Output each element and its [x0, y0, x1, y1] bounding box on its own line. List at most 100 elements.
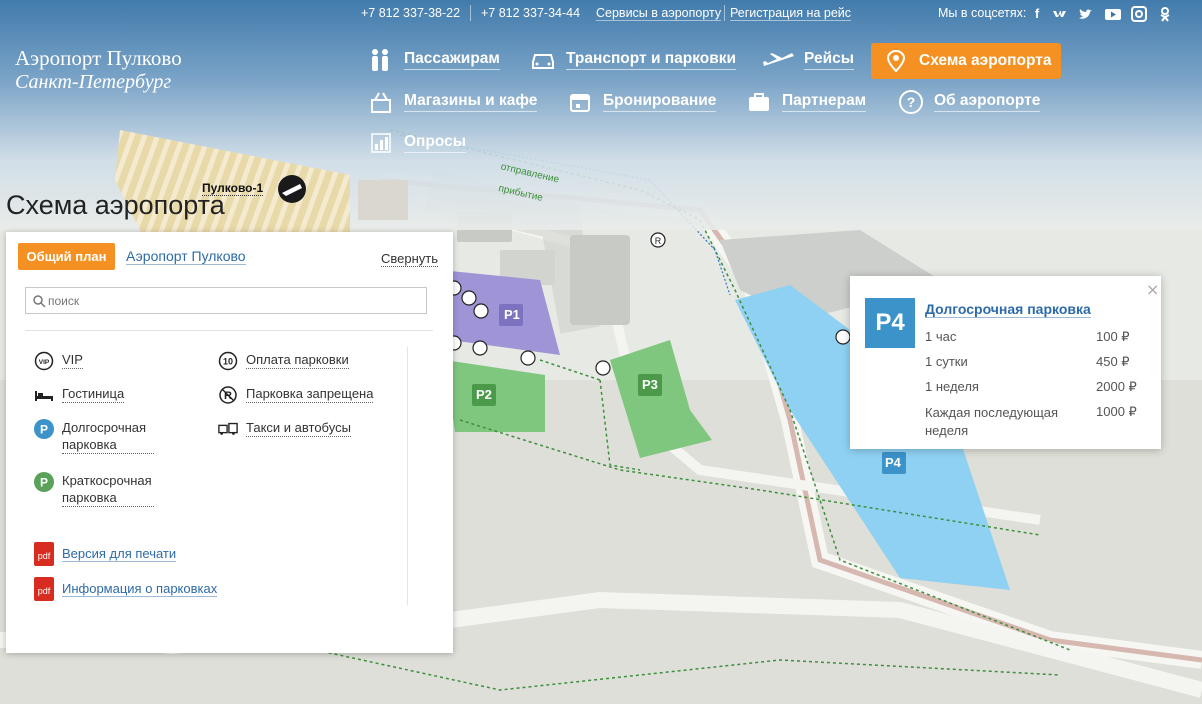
svg-text:10: 10	[223, 357, 233, 367]
nav-passengers[interactable]: Пассажирам	[366, 47, 500, 73]
separator	[470, 5, 471, 21]
map-parking-p1[interactable]: P1	[504, 307, 520, 322]
legend-vip[interactable]: VIP VIP	[34, 351, 83, 371]
svg-text:R: R	[655, 236, 662, 246]
parking-payment-icon: 10	[218, 351, 238, 371]
legend-no-parking-label: Парковка запрещена	[246, 386, 374, 403]
odnoklassniki-icon[interactable]	[1157, 6, 1173, 22]
parking-info-link[interactable]: pdf Информация о парковках	[34, 577, 218, 601]
nav-booking[interactable]: Бронирование	[565, 89, 717, 115]
tariff-price: 1000 ₽	[1096, 404, 1137, 419]
youtube-icon[interactable]	[1105, 6, 1121, 22]
legend-hotel-label: Гостиница	[62, 386, 125, 403]
nav-booking-label: Бронирование	[603, 92, 717, 112]
nav-flights[interactable]: Рейсы	[762, 47, 854, 73]
nav-partners[interactable]: Партнерам	[744, 89, 867, 115]
tab-general-plan[interactable]: Общий план	[18, 243, 115, 270]
calendar-icon	[565, 89, 595, 115]
facebook-icon[interactable]: f	[1029, 6, 1045, 22]
side-panel: Общий план Аэропорт Пулково Свернуть VIP…	[6, 232, 453, 653]
plane-icon	[762, 47, 796, 73]
tariff-label: 1 неделя	[925, 379, 979, 394]
checkin-link[interactable]: Регистрация на рейс	[730, 6, 852, 21]
close-icon[interactable]: ×	[1146, 280, 1159, 299]
tariff-price: 450 ₽	[1096, 354, 1130, 369]
popup-badge: P4	[865, 298, 915, 348]
top-bar: +7 812 337-38-22 +7 812 337-34-44 Сервис…	[0, 0, 1202, 30]
map-parking-p3[interactable]: P3	[642, 377, 658, 392]
question-icon: ?	[896, 89, 926, 115]
nav-passengers-label: Пассажирам	[404, 50, 500, 70]
print-version-label: Версия для печати	[62, 546, 177, 562]
car-icon	[528, 47, 558, 73]
tab-airport-pulkovo[interactable]: Аэропорт Пулково	[126, 248, 246, 265]
nav-scheme[interactable]: Схема аэропорта	[871, 43, 1062, 79]
nav-about-label: Об аэропорте	[934, 92, 1041, 112]
nav-shops[interactable]: Магазины и кафе	[366, 89, 538, 115]
legend-short-term-label: Краткосрочная парковка	[62, 472, 154, 507]
svg-text:?: ?	[907, 94, 916, 110]
tariff-price: 2000 ₽	[1096, 379, 1137, 394]
short-term-parking-icon: P	[34, 472, 54, 492]
legend-taxi-bus-label: Такси и автобусы	[246, 420, 351, 437]
popup-title[interactable]: Долгосрочная парковка	[925, 301, 1091, 318]
page-title: Схема аэропорта	[6, 190, 225, 220]
legend-no-parking[interactable]: R Парковка запрещена	[218, 385, 374, 405]
parking-popup: P4 Долгосрочная парковка × 1 час 100 ₽ 1…	[850, 276, 1161, 449]
svg-text:VIP: VIP	[39, 359, 50, 366]
vk-icon[interactable]	[1052, 6, 1068, 22]
phone-1: +7 812 337-38-22	[361, 6, 461, 20]
no-parking-icon: R	[218, 385, 238, 405]
tariff-label: 1 час	[925, 329, 957, 344]
search-box[interactable]	[25, 287, 427, 314]
long-term-parking-icon: P	[34, 419, 54, 439]
bed-icon	[34, 385, 54, 405]
divider	[407, 347, 408, 605]
logo[interactable]: Аэропорт Пулково Санкт-Петербург	[15, 46, 182, 94]
collapse-button[interactable]: Свернуть	[381, 251, 439, 267]
twitter-icon[interactable]	[1078, 6, 1094, 22]
print-version-link[interactable]: pdf Версия для печати	[34, 542, 177, 566]
phone-2: +7 812 337-34-44	[481, 6, 581, 20]
passengers-icon	[366, 47, 396, 73]
vip-icon: VIP	[34, 351, 54, 371]
map-parking-p2[interactable]: P2	[476, 387, 492, 402]
nav-shops-label: Магазины и кафе	[404, 92, 538, 112]
instagram-icon[interactable]	[1131, 6, 1147, 22]
svg-text:P: P	[40, 423, 48, 437]
legend-hotel[interactable]: Гостиница	[34, 385, 125, 405]
legend-taxi-bus[interactable]: Такси и автобусы	[218, 419, 351, 439]
legend-vip-label: VIP	[62, 352, 83, 369]
nav-transport[interactable]: Транспорт и парковки	[528, 47, 737, 73]
nav-polls-label: Опросы	[404, 133, 467, 153]
nav-about[interactable]: ? Об аэропорте	[896, 89, 1041, 115]
map-parking-p4[interactable]: P4	[885, 455, 901, 470]
nav-partners-label: Партнерам	[782, 92, 867, 112]
nav-polls[interactable]: Опросы	[366, 130, 467, 156]
logo-title: Аэропорт Пулково	[15, 46, 182, 70]
legend-long-term-label: Долгосрочная парковка	[62, 419, 154, 454]
pdf-icon: pdf	[34, 542, 54, 566]
tariff-label: 1 сутки	[925, 354, 968, 369]
nav-transport-label: Транспорт и парковки	[566, 50, 737, 70]
social-label: Мы в соцсетях:	[938, 6, 1027, 20]
legend-parking-payment[interactable]: 10 Оплата парковки	[218, 351, 349, 371]
nav-flights-label: Рейсы	[804, 50, 854, 70]
map-pin-icon	[881, 48, 911, 74]
divider	[25, 330, 433, 331]
tariff-label: Каждая последующая неделя	[925, 405, 1059, 438]
nav-scheme-label: Схема аэропорта	[919, 52, 1052, 69]
legend-short-term[interactable]: P Краткосрочная парковка	[34, 472, 154, 507]
bar-chart-icon	[366, 130, 396, 156]
parking-info-label: Информация о парковках	[62, 581, 218, 597]
separator	[724, 5, 725, 21]
logo-subtitle: Санкт-Петербург	[15, 71, 172, 93]
tariff-price: 100 ₽	[1096, 329, 1130, 344]
search-icon	[33, 295, 46, 308]
services-link[interactable]: Сервисы в аэропорту	[596, 6, 722, 21]
shopping-basket-icon	[366, 89, 396, 115]
pdf-icon: pdf	[34, 577, 54, 601]
search-input[interactable]	[48, 291, 418, 311]
legend-long-term[interactable]: P Долгосрочная парковка	[34, 419, 154, 454]
legend-parking-payment-label: Оплата парковки	[246, 352, 349, 369]
